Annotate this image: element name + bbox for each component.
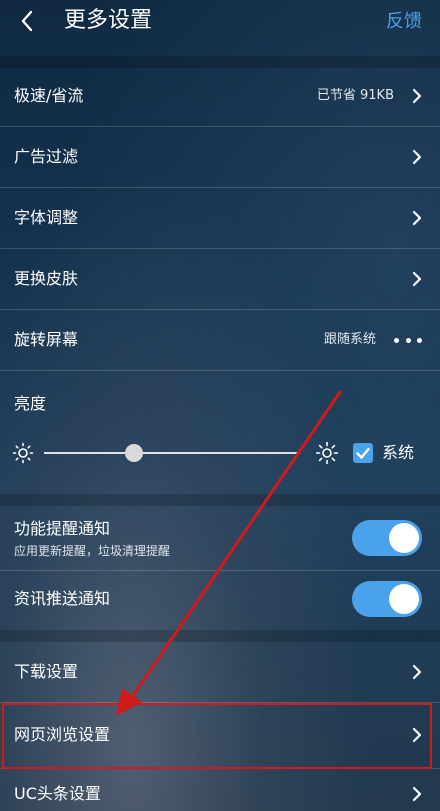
setting-label: 字体调整 — [14, 208, 79, 227]
brightness-high-icon — [316, 442, 338, 464]
brightness-label: 亮度 — [14, 394, 47, 413]
chevron-right-icon — [412, 88, 422, 104]
setting-label: UC头条设置 — [14, 784, 101, 803]
setting-row-function-reminder: 功能提醒通知 应用更新提醒，垃圾清理提醒 — [0, 506, 440, 572]
setting-row-download[interactable]: 下载设置 — [0, 642, 440, 702]
chevron-left-icon — [21, 10, 33, 32]
toggle-knob — [389, 584, 419, 614]
setting-row-ad-filter[interactable]: 广告过滤 — [0, 127, 440, 187]
setting-sublabel: 应用更新提醒，垃圾清理提醒 — [14, 544, 171, 558]
header: 更多设置 反馈 — [0, 0, 440, 48]
setting-label: 极速/省流 — [14, 86, 84, 105]
brightness-slider-thumb[interactable] — [124, 444, 143, 462]
function-reminder-toggle[interactable] — [352, 520, 422, 556]
divider — [0, 370, 440, 371]
setting-label: 旋转屏幕 — [14, 330, 79, 349]
brightness-slider-track[interactable] — [44, 452, 300, 454]
follow-system-label: 系统 — [382, 443, 415, 462]
chevron-right-icon — [412, 271, 422, 287]
saved-data-value: 已节省 91KB — [316, 88, 394, 103]
setting-label: 更换皮肤 — [14, 269, 79, 288]
setting-row-news-push: 资讯推送通知 — [0, 571, 440, 631]
setting-label: 广告过滤 — [14, 147, 79, 166]
setting-label: 下载设置 — [14, 662, 79, 681]
section-separator — [0, 494, 440, 506]
setting-row-change-skin[interactable]: 更换皮肤 — [0, 249, 440, 309]
more-options-icon[interactable] — [394, 337, 422, 343]
setting-label: 资讯推送通知 — [14, 589, 111, 608]
page-title: 更多设置 — [64, 8, 153, 33]
brightness-low-icon — [12, 442, 34, 464]
chevron-right-icon — [412, 210, 422, 226]
chevron-right-icon — [412, 664, 422, 680]
back-button[interactable] — [14, 6, 40, 36]
news-push-toggle[interactable] — [352, 581, 422, 617]
setting-row-font-adjust[interactable]: 字体调整 — [0, 188, 440, 248]
setting-row-rotate-screen[interactable]: 旋转屏幕 跟随系统 — [0, 310, 440, 370]
setting-label: 功能提醒通知 — [14, 519, 111, 538]
toggle-knob — [389, 523, 419, 553]
setting-row-speed-saving[interactable]: 极速/省流 已节省 91KB — [0, 66, 440, 126]
setting-row-uc-headline[interactable]: UC头条设置 — [0, 769, 440, 811]
section-separator — [0, 630, 440, 642]
checkmark-icon — [356, 447, 370, 459]
chevron-right-icon — [412, 786, 422, 802]
highlight-box — [2, 703, 432, 769]
chevron-right-icon — [412, 149, 422, 165]
follow-system-checkbox[interactable] — [353, 443, 373, 463]
feedback-link[interactable]: 反馈 — [386, 8, 422, 36]
rotate-mode-value: 跟随系统 — [323, 332, 376, 347]
